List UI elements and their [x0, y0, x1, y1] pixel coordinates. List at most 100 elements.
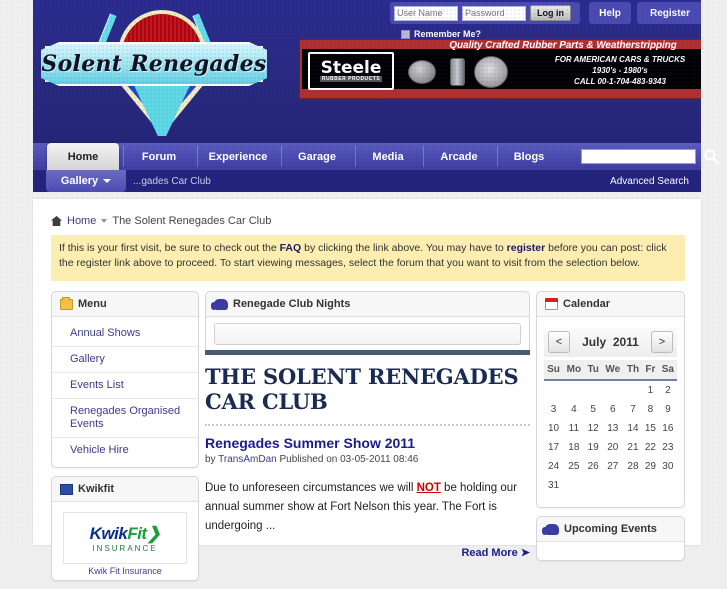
- notice-register-link[interactable]: register: [507, 242, 546, 254]
- calendar-day[interactable]: 7: [624, 400, 642, 419]
- calendar-day[interactable]: 15: [642, 419, 659, 438]
- calendar-day[interactable]: 14: [624, 419, 642, 438]
- calendar-day[interactable]: [659, 476, 677, 495]
- calendar-day[interactable]: [585, 380, 602, 400]
- login-button[interactable]: Log in: [530, 5, 571, 21]
- logo-text: Solent Renegades: [41, 51, 267, 77]
- calendar-day[interactable]: [563, 476, 585, 495]
- calendar-day[interactable]: [602, 476, 624, 495]
- remember-me-row[interactable]: Remember Me?: [401, 29, 481, 39]
- calendar-day[interactable]: 22: [642, 438, 659, 457]
- calendar-day[interactable]: 19: [585, 438, 602, 457]
- calendar-day[interactable]: 3: [544, 400, 563, 419]
- calendar-day[interactable]: 25: [563, 457, 585, 476]
- calendar-day[interactable]: 1: [642, 380, 659, 400]
- nav-separator: [355, 146, 356, 167]
- calendar-day[interactable]: [563, 380, 585, 400]
- site-logo[interactable]: Solent Renegades: [41, 2, 271, 136]
- calendar-day[interactable]: 31: [544, 476, 563, 495]
- nav-item-experience[interactable]: Experience: [199, 143, 277, 170]
- calendar-icon: [545, 298, 558, 310]
- calendar-day[interactable]: 10: [544, 419, 563, 438]
- kwikfit-logo-a: Kwik: [89, 523, 128, 543]
- sidebar-item-organised-events[interactable]: Renegades Organised Events: [52, 399, 198, 438]
- calendar-day[interactable]: 4: [563, 400, 585, 419]
- article-body-emphasis: NOT: [416, 482, 441, 494]
- calendar-day[interactable]: 29: [642, 457, 659, 476]
- main-column: Renegade Club Nights THE SOLENT RENEGADE…: [205, 291, 530, 559]
- calendar-day[interactable]: 21: [624, 438, 642, 457]
- calendar-day[interactable]: [624, 380, 642, 400]
- calendar-day[interactable]: 24: [544, 457, 563, 476]
- help-button[interactable]: Help: [589, 2, 631, 24]
- calendar-next-button[interactable]: >: [650, 331, 673, 353]
- nav-item-arcade[interactable]: Arcade: [425, 143, 493, 170]
- search-icon[interactable]: [703, 148, 720, 165]
- calendar-day[interactable]: [642, 476, 659, 495]
- calendar-weekday: We: [601, 360, 624, 381]
- menu-block-title: Menu: [78, 298, 107, 310]
- calendar-day[interactable]: 2: [659, 380, 677, 400]
- ad-bottom-stripe: [300, 89, 701, 98]
- calendar-day[interactable]: [544, 380, 563, 400]
- subnav-breadcrumb-text: ...gades Car Club: [133, 175, 211, 187]
- calendar-day[interactable]: 18: [563, 438, 585, 457]
- ad-product-images: [404, 54, 514, 90]
- nav-item-gallery[interactable]: Gallery: [46, 170, 126, 192]
- calendar-day[interactable]: 20: [602, 438, 624, 457]
- remember-me-checkbox[interactable]: [401, 29, 410, 39]
- calendar-day[interactable]: 17: [544, 438, 563, 457]
- calendar-day[interactable]: 8: [642, 400, 659, 419]
- nav-separator: [197, 146, 198, 167]
- calendar-weekday: Th: [623, 360, 643, 381]
- calendar-day[interactable]: 26: [585, 457, 602, 476]
- sidebar-item-gallery[interactable]: Gallery: [52, 347, 198, 373]
- article-author[interactable]: TransAmDan: [218, 454, 277, 465]
- username-input[interactable]: [394, 5, 458, 21]
- banner-ad-steele[interactable]: Quality Crafted Rubber Parts & Weatherst…: [299, 39, 701, 99]
- read-more-link[interactable]: Read More ➤: [205, 546, 530, 559]
- calendar-weekday: Mo: [563, 360, 585, 381]
- article-title[interactable]: Renegades Summer Show 2011: [205, 435, 530, 451]
- kwikfit-banner[interactable]: KwikFit❯ INSURANCE: [63, 512, 187, 564]
- calendar-day[interactable]: 13: [602, 419, 624, 438]
- calendar-day[interactable]: 30: [659, 457, 677, 476]
- notice-part2: by clicking the link above. You may have…: [301, 242, 507, 254]
- calendar-weekday: Fr: [642, 360, 659, 381]
- sidebar-item-annual-shows[interactable]: Annual Shows: [52, 321, 198, 347]
- calendar-day[interactable]: 23: [659, 438, 677, 457]
- calendar-day[interactable]: 6: [602, 400, 624, 419]
- calendar-day[interactable]: 27: [602, 457, 624, 476]
- calendar-day[interactable]: 11: [563, 419, 585, 438]
- right-sidebar: Calendar < July 2011 > Su Mo Tu We Th Fr…: [536, 291, 685, 569]
- calendar-day[interactable]: 28: [624, 457, 642, 476]
- nav-item-garage[interactable]: Garage: [283, 143, 351, 170]
- upcoming-events-header: Upcoming Events: [537, 517, 684, 542]
- kwikfit-logo-text: KwikFit❯: [90, 524, 161, 544]
- register-button[interactable]: Register: [637, 2, 701, 24]
- breadcrumb-home-link[interactable]: Home: [67, 215, 96, 227]
- calendar-day[interactable]: [585, 476, 602, 495]
- calendar-day[interactable]: 12: [585, 419, 602, 438]
- kwikfit-caption[interactable]: Kwik Fit Insurance: [52, 564, 198, 576]
- calendar-day[interactable]: 16: [659, 419, 677, 438]
- nav-item-blogs[interactable]: Blogs: [499, 143, 559, 170]
- notice-faq-link[interactable]: FAQ: [280, 242, 302, 254]
- sidebar-item-vehicle-hire[interactable]: Vehicle Hire: [52, 438, 198, 463]
- calendar-month-year: July 2011: [582, 335, 639, 349]
- nav-item-home[interactable]: Home: [47, 143, 119, 170]
- calendar-prev-button[interactable]: <: [548, 331, 570, 353]
- password-input[interactable]: [462, 5, 526, 21]
- calendar-day[interactable]: [624, 476, 642, 495]
- advanced-search-link[interactable]: Advanced Search: [610, 170, 689, 192]
- calendar-day[interactable]: 9: [659, 400, 677, 419]
- nav-item-forum[interactable]: Forum: [125, 143, 193, 170]
- search-input[interactable]: [581, 149, 696, 164]
- sidebar-item-events-list[interactable]: Events List: [52, 373, 198, 399]
- kwikfit-icon: [60, 483, 73, 495]
- nav-separator: [281, 146, 282, 167]
- nav-item-media[interactable]: Media: [357, 143, 419, 170]
- calendar-day[interactable]: 5: [585, 400, 602, 419]
- calendar-day[interactable]: [602, 380, 624, 400]
- article: Renegades Summer Show 2011 by TransAmDan…: [205, 435, 530, 559]
